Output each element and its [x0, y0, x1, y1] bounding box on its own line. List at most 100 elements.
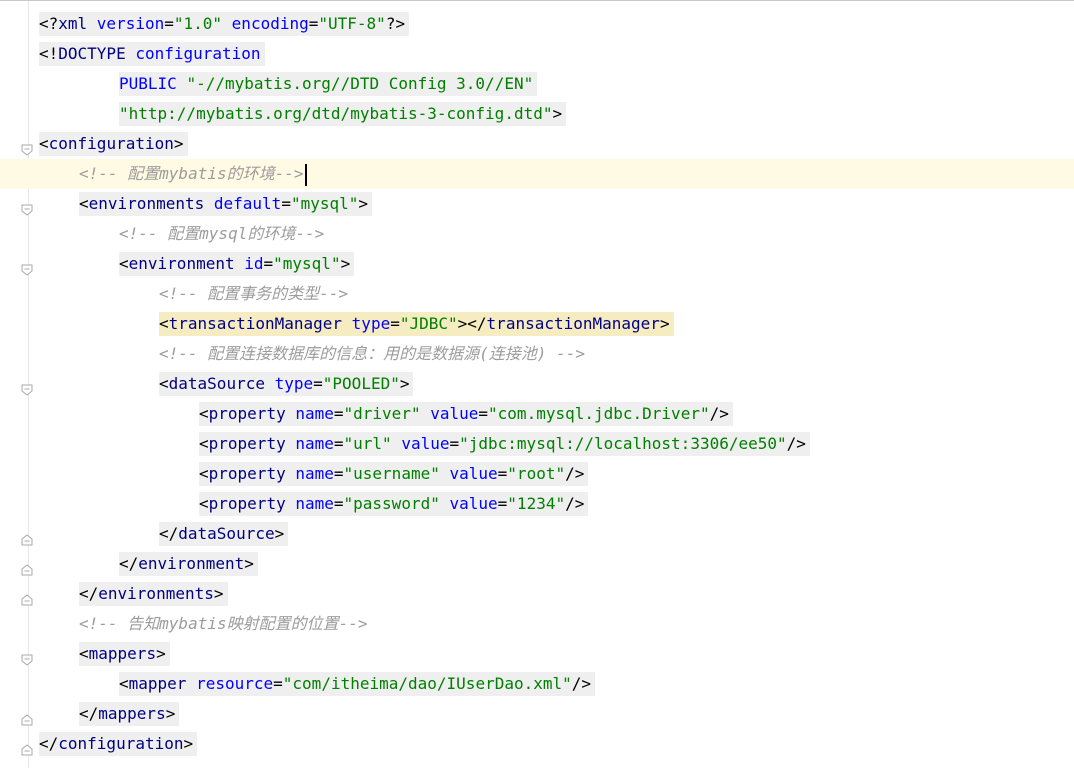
code-line[interactable]: <environment id="mysql"> — [0, 249, 1074, 279]
code-token: < — [79, 194, 89, 213]
code-token: > — [552, 104, 563, 123]
code-token: property — [208, 464, 296, 483]
code-line[interactable]: <mappers> — [0, 639, 1074, 669]
code-line[interactable]: <property name="password" value="1234"/> — [0, 489, 1074, 519]
code-line[interactable]: <!-- 告知mybatis映射配置的位置--> — [0, 609, 1074, 639]
fold-close-icon[interactable] — [20, 527, 34, 546]
code-token: id — [244, 254, 264, 273]
code-token: = — [273, 674, 283, 693]
code-token: <!-- 告知mybatis映射配置的位置--> — [79, 614, 368, 633]
code-token: property — [208, 434, 296, 453]
code-line-content: <environments default="mysql"> — [79, 189, 373, 219]
code-line-content: <!-- 配置连接数据库的信息：用的是数据源(连接池) --> — [159, 339, 585, 369]
code-line-content: </configuration> — [39, 729, 198, 759]
code-token: > — [244, 554, 254, 573]
code-line[interactable]: <transactionManager type="JDBC"></transa… — [0, 309, 1074, 339]
code-token: default — [213, 194, 282, 213]
code-token: < — [79, 644, 89, 663]
code-token: mappers — [88, 644, 157, 663]
code-line[interactable]: <?xml version="1.0" encoding="UTF-8"?> — [0, 9, 1074, 39]
code-token: <! — [39, 44, 59, 63]
code-line[interactable]: <property name="username" value="root"/> — [0, 459, 1074, 489]
code-token: "JDBC" — [399, 314, 458, 333]
xml-tag: </dataSource> — [159, 522, 289, 546]
code-line[interactable]: </dataSource> — [0, 519, 1074, 549]
code-token: = — [390, 314, 400, 333]
code-line[interactable]: "http://mybatis.org/dtd/mybatis-3-config… — [0, 99, 1074, 129]
code-token: /> — [565, 494, 585, 513]
code-token: = — [497, 464, 508, 483]
code-line[interactable]: <mapper resource="com/itheima/dao/IUserD… — [0, 669, 1074, 699]
code-token: "POOLED" — [322, 374, 400, 393]
fold-open-icon[interactable] — [20, 137, 34, 156]
code-line-content: <!-- 配置事务的类型--> — [159, 279, 348, 309]
code-token: "mysql" — [290, 194, 359, 213]
xml-tag: <configuration> — [39, 132, 188, 156]
code-token: = — [497, 494, 508, 513]
code-line-content: <property name="password" value="1234"/> — [199, 489, 589, 519]
xml-comment: <!-- 配置mysql的环境--> — [119, 224, 324, 243]
fold-close-icon[interactable] — [20, 587, 34, 606]
code-token: configuration — [58, 734, 184, 753]
fold-open-icon[interactable] — [20, 197, 34, 216]
code-token: < — [199, 494, 209, 513]
code-line[interactable]: </configuration> — [0, 729, 1074, 759]
code-line[interactable]: <!-- 配置mybatis的环境--> — [0, 159, 1074, 189]
code-token: < — [199, 404, 209, 423]
code-line[interactable]: <configuration> — [0, 129, 1074, 159]
code-token: < — [199, 434, 209, 453]
code-line[interactable]: <dataSource type="POOLED"> — [0, 369, 1074, 399]
fold-close-icon[interactable] — [20, 737, 34, 756]
code-line[interactable]: <!-- 配置事务的类型--> — [0, 279, 1074, 309]
code-token: ?> — [385, 14, 406, 33]
code-token: name — [295, 404, 334, 423]
fold-open-icon[interactable] — [20, 257, 34, 276]
code-line[interactable]: <!-- 配置连接数据库的信息：用的是数据源(连接池) --> — [0, 339, 1074, 369]
code-line-content: </dataSource> — [159, 519, 289, 549]
code-token: </ — [39, 734, 59, 753]
code-token: = — [333, 434, 344, 453]
code-line-content: <transactionManager type="JDBC"></transa… — [159, 309, 674, 339]
code-token: environments — [98, 584, 214, 603]
xml-tag: <?xml version="1.0" encoding="UTF-8"?> — [39, 12, 410, 36]
code-token: "root" — [507, 464, 566, 483]
xml-tag: <property name="driver" value="com.mysql… — [199, 402, 733, 426]
text-caret — [304, 163, 307, 186]
fold-open-icon[interactable] — [20, 377, 34, 396]
xml-tag: <dataSource type="POOLED"> — [159, 372, 414, 396]
xml-tag: <transactionManager type="JDBC"></transa… — [159, 312, 674, 336]
code-token: transactionManager — [168, 314, 352, 333]
code-token: <!-- 配置事务的类型--> — [159, 284, 349, 303]
code-line[interactable]: <property name="driver" value="com.mysql… — [0, 399, 1074, 429]
code-token: "UTF-8" — [318, 14, 386, 33]
code-token: /> — [571, 674, 592, 693]
code-token: "mysql" — [273, 254, 341, 273]
code-editor[interactable]: <?xml version="1.0" encoding="UTF-8"?> <!… — [0, 0, 1074, 768]
code-line[interactable]: </environment> — [0, 549, 1074, 579]
code-token: < — [159, 314, 169, 333]
code-token: value — [401, 434, 450, 453]
code-lines[interactable]: <?xml version="1.0" encoding="UTF-8"?> <!… — [0, 9, 1074, 759]
xml-tag: PUBLIC "-//mybatis.org//DTD Config 3.0//… — [119, 72, 538, 96]
code-line[interactable]: </mappers> — [0, 699, 1074, 729]
code-line[interactable]: <environments default="mysql"> — [0, 189, 1074, 219]
code-token: "-//mybatis.org//DTD Config 3.0//EN" — [186, 74, 534, 93]
code-token: = — [281, 194, 291, 213]
code-line[interactable]: <!-- 配置mysql的环境--> — [0, 219, 1074, 249]
code-line[interactable]: PUBLIC "-//mybatis.org//DTD Config 3.0//… — [0, 69, 1074, 99]
code-token: value — [449, 464, 498, 483]
code-token: < — [119, 254, 129, 273]
code-token: <!-- 配置连接数据库的信息：用的是数据源(连接池) --> — [159, 344, 585, 363]
code-token: value — [449, 494, 498, 513]
fold-close-icon[interactable] — [20, 557, 34, 576]
code-line[interactable]: <property name="url" value="jdbc:mysql:/… — [0, 429, 1074, 459]
code-line-content: <!DOCTYPE configuration — [39, 39, 265, 69]
code-token: "password" — [343, 494, 450, 513]
code-line[interactable]: <!DOCTYPE configuration — [0, 39, 1074, 69]
fold-open-icon[interactable] — [20, 647, 34, 666]
fold-close-icon[interactable] — [20, 707, 34, 726]
xml-comment: <!-- 配置事务的类型--> — [159, 284, 348, 303]
code-token: environments — [88, 194, 214, 213]
xml-tag: <property name="username" value="root"/> — [199, 462, 589, 486]
code-line[interactable]: </environments> — [0, 579, 1074, 609]
